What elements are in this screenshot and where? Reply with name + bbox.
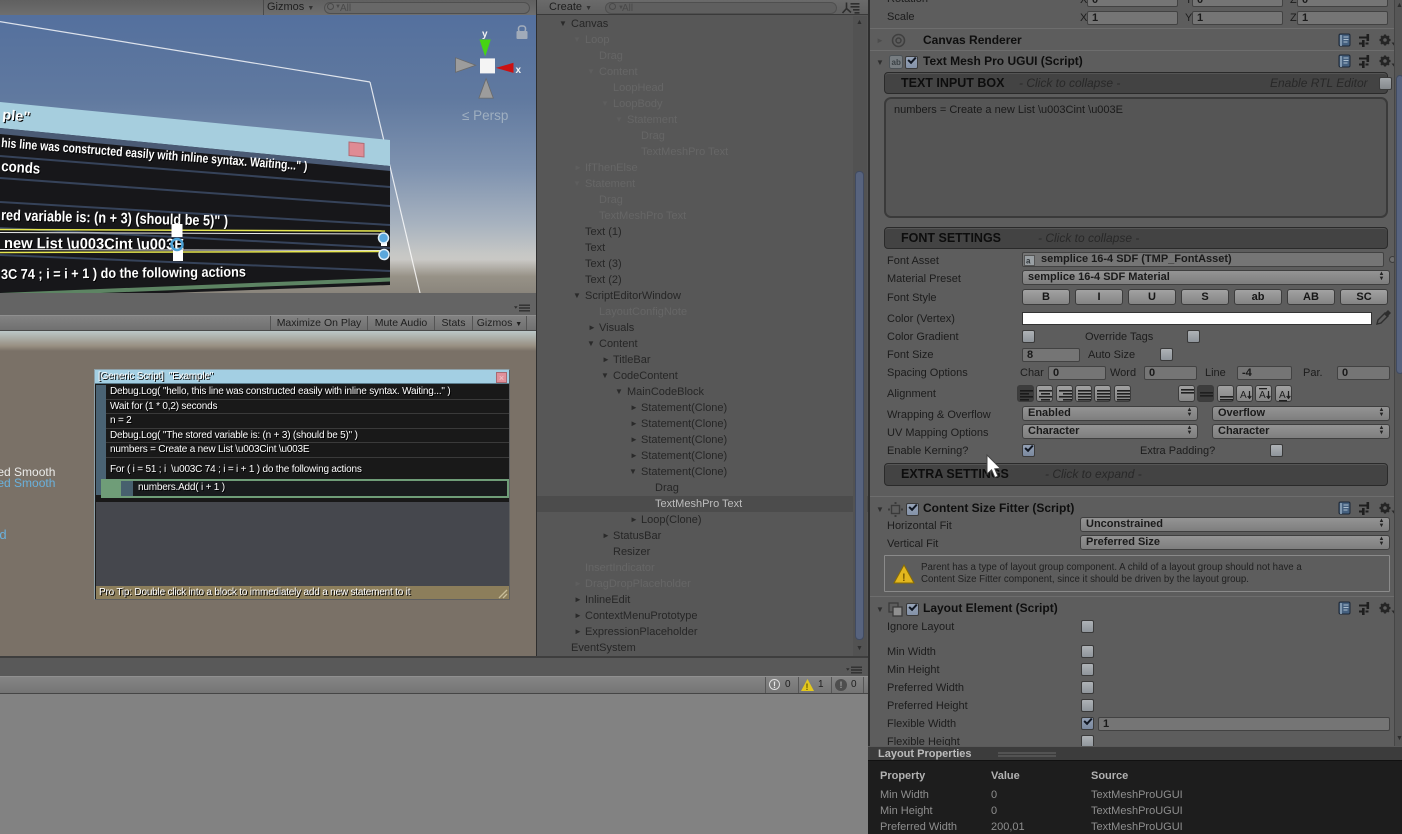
svg-text:ple": ple"	[2, 106, 31, 125]
svg-text:A: A	[1259, 390, 1266, 401]
svg-text:x: x	[516, 65, 522, 76]
svg-text:a: a	[1026, 256, 1031, 265]
svg-text:conds: conds	[1, 158, 41, 178]
svg-text:!: !	[902, 572, 906, 584]
svg-text:ab: ab	[892, 58, 901, 67]
svg-text:!: !	[806, 682, 809, 691]
svg-text:y: y	[482, 29, 488, 40]
svg-text:≤ Persp: ≤ Persp	[462, 108, 508, 123]
svg-text:A: A	[1240, 390, 1247, 401]
svg-text:A: A	[1279, 390, 1286, 401]
svg-text:3C 74 ; i = i + 1 ) do the fol: 3C 74 ; i = i + 1 ) do the following act…	[1, 263, 246, 282]
svg-text:new List \u003Cint \u003E: new List \u003Cint \u003E	[4, 235, 184, 253]
